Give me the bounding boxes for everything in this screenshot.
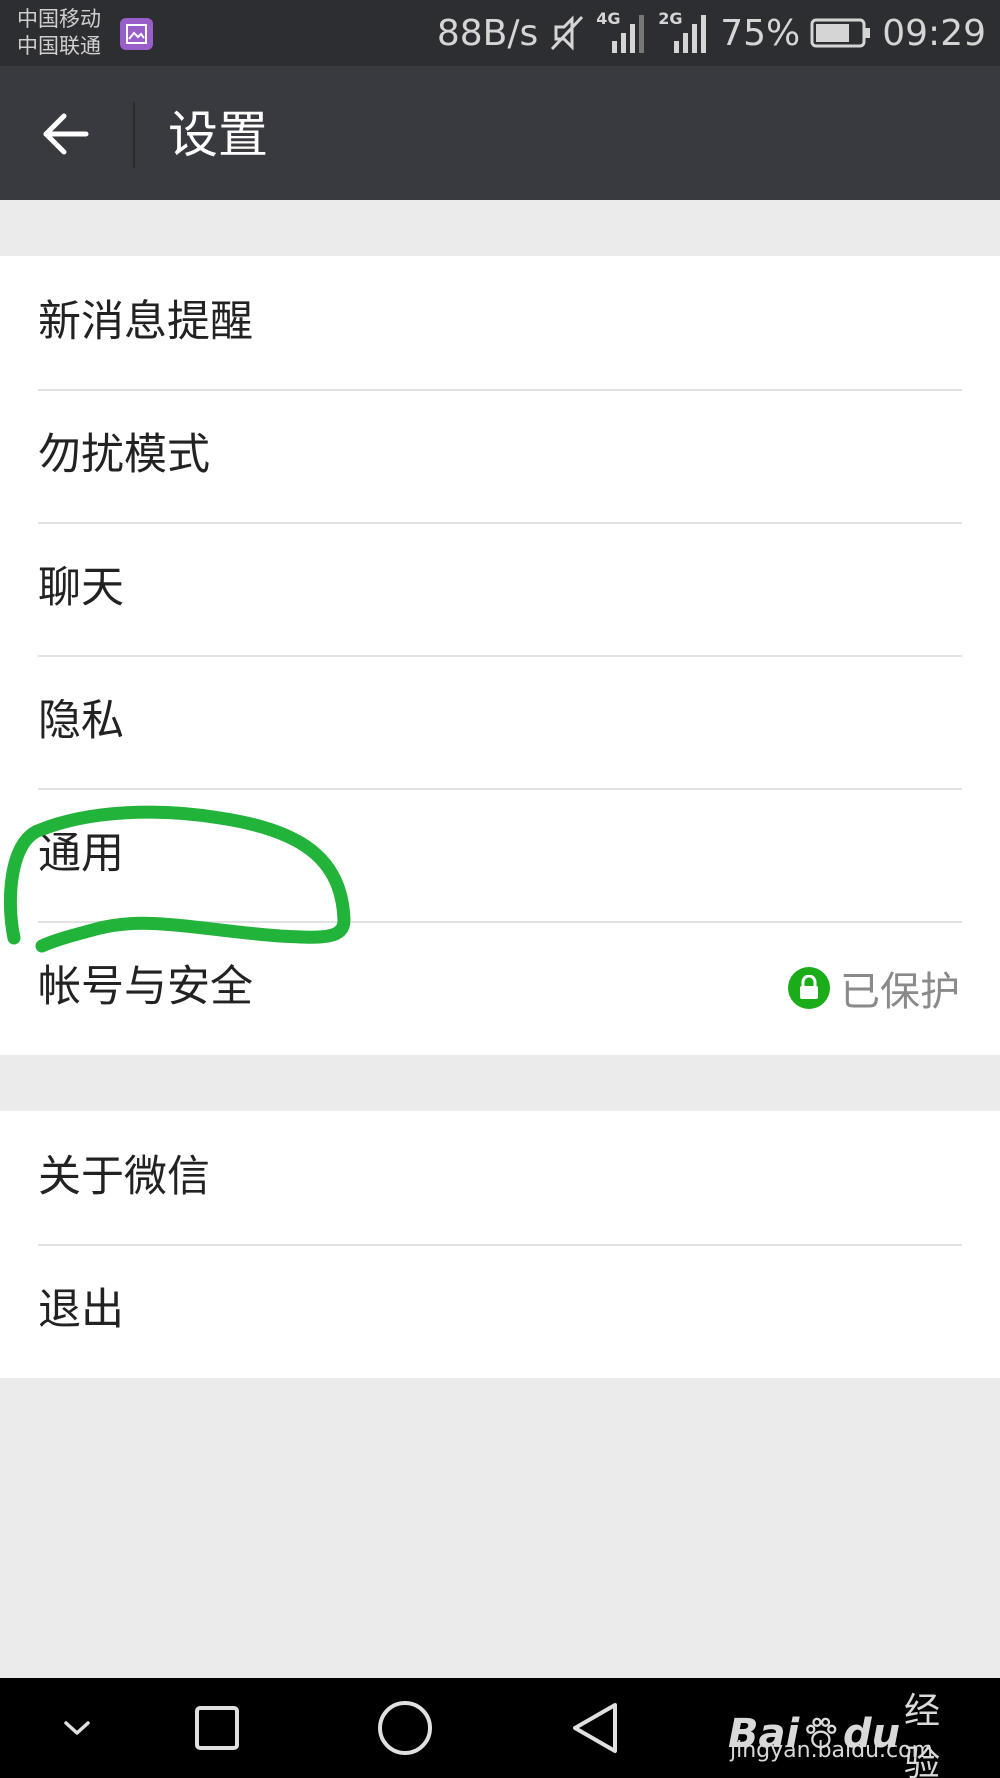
settings-item-label: 退出 (38, 1285, 124, 1335)
settings-item-do-not-disturb[interactable]: 勿扰模式 (0, 389, 1000, 522)
baidu-jingyan-watermark: Bai du 经验 jingyan.baidu.com (720, 1676, 960, 1778)
circle-icon (378, 1701, 432, 1755)
settings-item-about-wechat[interactable]: 关于微信 (0, 1111, 1000, 1244)
settings-item-account-security[interactable]: 帐号与安全 已保护 (0, 921, 1000, 1054)
back-nav-button[interactable] (540, 1678, 650, 1778)
chevron-down-icon (64, 1721, 90, 1735)
watermark-name: 经验 (904, 1691, 941, 1778)
watermark-url: jingyan.baidu.com (730, 1738, 934, 1763)
net-speed: 88B/s (436, 12, 539, 54)
carrier-1: 中国移动 (17, 7, 101, 31)
settings-item-general[interactable]: 通用 (0, 788, 1000, 921)
settings-item-label: 聊天 (38, 563, 124, 613)
clock: 09:29 (882, 12, 986, 54)
recents-button[interactable] (162, 1678, 272, 1778)
settings-item-label: 勿扰模式 (38, 430, 210, 480)
status-indicators: 88B/s 4G 2G 75% 09:29 (437, 0, 986, 66)
battery-percent: 75% (720, 12, 801, 54)
settings-group-secondary: 关于微信 退出 (0, 1111, 1000, 1378)
gallery-notification-icon (120, 18, 153, 50)
signal-4g-icon: 4G (596, 9, 648, 55)
protected-label: 已保护 (840, 968, 960, 1015)
hide-nav-button[interactable] (22, 1678, 132, 1778)
square-icon (195, 1706, 239, 1750)
home-button[interactable] (350, 1678, 460, 1778)
screen: 中国移动 中国联通 88B/s 4G 2G 75% 09:29 设置 新消息提醒… (0, 0, 1000, 1778)
mute-icon (548, 13, 586, 53)
back-arrow-icon (43, 113, 89, 155)
lock-icon (788, 966, 830, 1009)
settings-item-label: 隐私 (38, 696, 124, 746)
battery-icon (810, 17, 872, 49)
settings-group-main: 新消息提醒 勿扰模式 聊天 隐私 通用 帐号与安全 已保护 (0, 256, 1000, 1055)
account-protected-status: 已保护 (788, 921, 960, 1054)
settings-item-log-out[interactable]: 退出 (0, 1244, 1000, 1377)
settings-item-label: 通用 (38, 829, 124, 879)
settings-item-label: 新消息提醒 (38, 297, 253, 347)
settings-item-privacy[interactable]: 隐私 (0, 655, 1000, 788)
app-bar-divider (133, 102, 135, 168)
settings-item-chats[interactable]: 聊天 (0, 522, 1000, 655)
settings-item-label: 关于微信 (38, 1152, 210, 1202)
status-bar: 中国移动 中国联通 88B/s 4G 2G 75% 09:29 (0, 0, 1000, 66)
triangle-back-icon (573, 1703, 617, 1753)
signal-2g-icon: 2G (658, 9, 710, 55)
carrier-info: 中国移动 中国联通 (17, 6, 101, 60)
settings-item-label: 帐号与安全 (38, 962, 253, 1012)
page-title: 设置 (168, 106, 268, 164)
watermark-logo: Bai du 经验 (728, 1682, 960, 1778)
carrier-2: 中国联通 (17, 34, 101, 58)
back-button[interactable] (30, 98, 110, 168)
settings-item-new-message-alerts[interactable]: 新消息提醒 (0, 256, 1000, 389)
app-bar: 设置 (0, 66, 1000, 200)
